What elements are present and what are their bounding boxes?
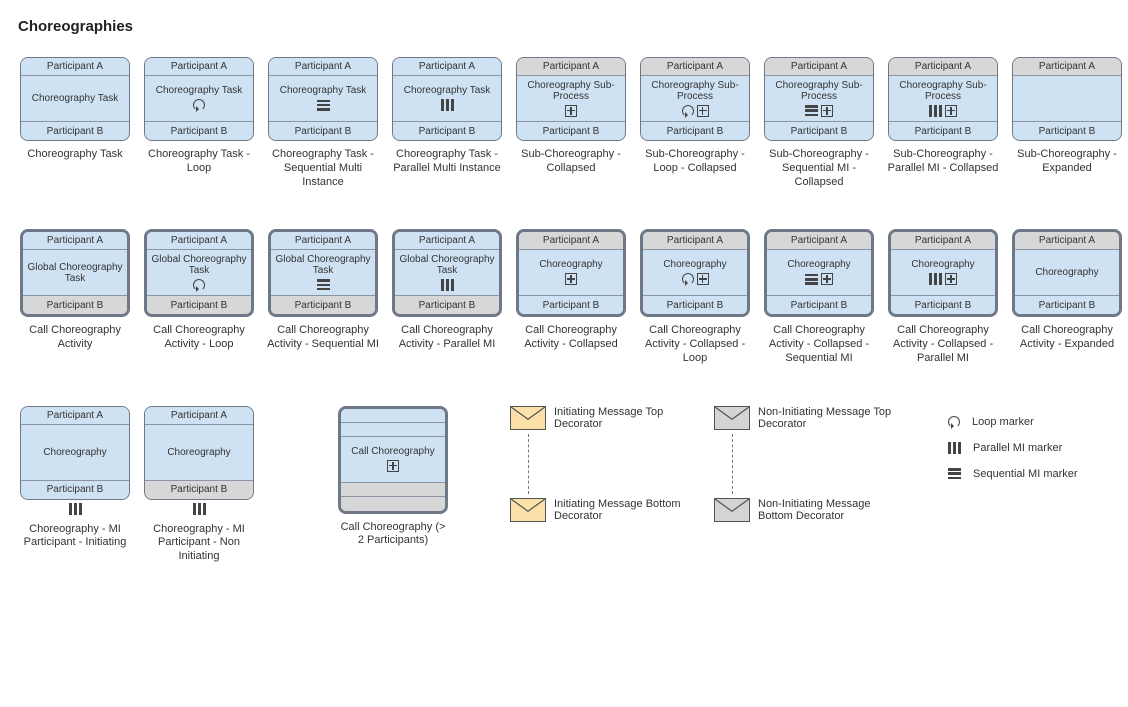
collapsed-marker-icon [821, 273, 833, 285]
call-choreography-activity-collapsed: Participant A Choreography Participant B… [514, 229, 628, 365]
parallel-mi-marker-icon [948, 442, 961, 454]
call-choreography-activity-loop: Participant A Global Choreography Task P… [142, 229, 256, 365]
collapsed-marker-icon [945, 273, 957, 285]
call-choreography-activity: Participant A Global Choreography Task P… [18, 229, 132, 365]
parallel-mi-marker-icon [69, 503, 82, 515]
sequential-mi-marker-icon [317, 279, 330, 290]
task-body: Choreography Task [21, 76, 129, 122]
loop-marker-icon [193, 279, 205, 291]
page-title: Choreographies [18, 18, 1110, 35]
choreography-task-sequential-mi: Participant A Choreography Task Particip… [266, 57, 380, 189]
legend-parallel-mi: Parallel MI marker [948, 442, 1078, 454]
parallel-mi-marker-icon [193, 503, 206, 515]
choreography-mi-participant-non-initiating: Participant A Choreography Participant B… [142, 406, 256, 564]
row-call-choreography: Participant A Global Choreography Task P… [18, 229, 1110, 365]
choreography-mi-participant-initiating: Participant A Choreography Participant B… [18, 406, 132, 551]
collapsed-marker-icon [697, 273, 709, 285]
call-choreography-activity-seq-mi: Participant A Global Choreography Task P… [266, 229, 380, 365]
row-misc: Participant A Choreography Participant B… [18, 406, 1110, 564]
legend-loop: Loop marker [948, 416, 1078, 428]
initiating-message-decorators: Initiating Message Top Decorator Initiat… [510, 406, 684, 522]
sequential-mi-marker-icon [805, 274, 818, 285]
collapsed-marker-icon [945, 105, 957, 117]
call-choreography-activity-expanded: Participant A Choreography Participant B… [1010, 229, 1124, 365]
envelope-initiating-icon [510, 406, 546, 430]
collapsed-marker-icon [697, 105, 709, 117]
envelope-non-initiating-icon [714, 406, 750, 430]
sub-choreography-expanded: Participant A Participant B Sub-Choreogr… [1010, 57, 1124, 189]
parallel-mi-marker-icon [441, 99, 454, 111]
dashed-connector [732, 434, 733, 494]
choreography-task: Participant A Choreography Task Particip… [18, 57, 132, 189]
loop-marker-icon [948, 416, 960, 428]
participant-a-band: Participant A [21, 58, 129, 76]
sub-choreography-par-mi-collapsed: Participant A Choreography Sub-Process P… [886, 57, 1000, 189]
envelope-non-initiating-icon [714, 498, 750, 522]
call-choreography-activity-collapsed-loop: Participant A Choreography Participant B… [638, 229, 752, 365]
collapsed-marker-icon [821, 105, 833, 117]
sequential-mi-marker-icon [948, 468, 961, 479]
parallel-mi-marker-icon [929, 105, 942, 117]
collapsed-marker-icon [565, 273, 577, 285]
parallel-mi-marker-icon [441, 279, 454, 291]
loop-marker-icon [193, 99, 205, 111]
dashed-connector [528, 434, 529, 494]
loop-marker-icon [682, 105, 694, 117]
caption: Choreography Task [18, 148, 132, 162]
call-choreography-activity-collapsed-seq-mi: Participant A Choreography Participant B… [762, 229, 876, 365]
collapsed-marker-icon [387, 460, 399, 472]
marker-legend: Loop marker Parallel MI marker Sequentia… [948, 416, 1078, 480]
choreography-task-parallel-mi: Participant A Choreography Task Particip… [390, 57, 504, 189]
call-choreography-activity-collapsed-par-mi: Participant A Choreography Participant B… [886, 229, 1000, 365]
envelope-initiating-icon [510, 498, 546, 522]
choreography-task-loop: Participant A Choreography Task Particip… [142, 57, 256, 189]
participant-b-band: Participant B [21, 122, 129, 140]
row-choreography-tasks: Participant A Choreography Task Particip… [18, 57, 1110, 189]
parallel-mi-marker-icon [929, 273, 942, 285]
call-choreography-activity-par-mi: Participant A Global Choreography Task P… [390, 229, 504, 365]
sequential-mi-marker-icon [805, 105, 818, 116]
sub-choreography-seq-mi-collapsed: Participant A Choreography Sub-Process P… [762, 57, 876, 189]
legend-sequential-mi: Sequential MI marker [948, 468, 1078, 480]
sequential-mi-marker-icon [317, 100, 330, 111]
non-initiating-message-decorators: Non-Initiating Message Top Decorator Non… [714, 406, 908, 522]
call-choreography-multi-participant: Call Choreography Call Choreography (> 2… [336, 406, 450, 549]
loop-marker-icon [682, 273, 694, 285]
collapsed-marker-icon [565, 105, 577, 117]
sub-choreography-collapsed: Participant A Choreography Sub-Process P… [514, 57, 628, 189]
sub-choreography-loop-collapsed: Participant A Choreography Sub-Process P… [638, 57, 752, 189]
